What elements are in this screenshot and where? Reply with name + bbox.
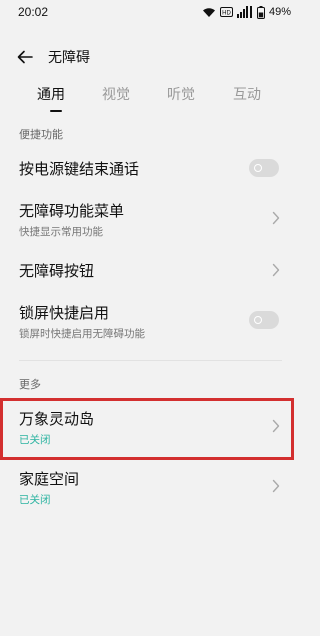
tab-hearing[interactable]: 听觉 <box>167 84 195 104</box>
row-accessibility-menu[interactable]: 无障碍功能菜单 快捷显示常用功能 <box>0 196 301 244</box>
row-status: 已关闭 <box>19 494 51 506</box>
chevron-right-icon <box>272 479 280 493</box>
back-button[interactable] <box>12 44 38 70</box>
row-subtitle: 快捷显示常用功能 <box>19 226 103 238</box>
wifi-icon <box>202 8 215 17</box>
chevron-right-icon <box>272 211 280 225</box>
row-title: 按电源键结束通话 <box>19 160 140 178</box>
status-time: 20:02 <box>18 5 49 19</box>
battery-percent: 49% <box>268 6 291 18</box>
toggle-power-key-end-call[interactable] <box>249 159 279 177</box>
row-lockscreen-shortcut[interactable]: 锁屏快捷启用 锁屏时快捷启用无障碍功能 <box>0 298 301 346</box>
svg-text:HD: HD <box>222 11 231 17</box>
status-icons: HD 49% <box>202 5 291 19</box>
row-family-space[interactable]: 家庭空间 已关闭 <box>0 464 301 514</box>
section-header-shortcuts: 便捷功能 <box>19 128 63 141</box>
page-title: 无障碍 <box>48 50 90 66</box>
active-tab-indicator <box>50 110 62 112</box>
header: 无障碍 <box>0 41 301 71</box>
toggle-lockscreen-shortcut[interactable] <box>249 311 279 329</box>
hd-icon: HD <box>219 7 233 17</box>
signal-icon <box>236 6 252 18</box>
row-subtitle: 锁屏时快捷启用无障碍功能 <box>19 328 145 340</box>
status-bar: 20:02 HD 49% <box>0 0 301 26</box>
battery-icon <box>256 5 265 19</box>
arrow-left-icon <box>17 50 33 64</box>
toggle-knob <box>254 164 262 172</box>
row-title: 无障碍功能菜单 <box>19 202 125 220</box>
section-header-more: 更多 <box>19 378 41 391</box>
row-power-key-end-call[interactable]: 按电源键结束通话 <box>0 150 301 186</box>
tab-general[interactable]: 通用 <box>37 84 65 104</box>
tab-vision[interactable]: 视觉 <box>102 84 130 104</box>
tab-bar: 通用 视觉 听觉 互动 <box>0 84 301 114</box>
highlight-box <box>0 398 294 460</box>
row-accessibility-button[interactable]: 无障碍按钮 <box>0 252 301 288</box>
toggle-knob <box>254 316 262 324</box>
section-divider <box>19 360 282 361</box>
tab-interaction[interactable]: 互动 <box>233 84 261 104</box>
chevron-right-icon <box>272 263 280 277</box>
row-title: 锁屏快捷启用 <box>19 304 110 322</box>
row-title: 无障碍按钮 <box>19 262 95 280</box>
row-title: 家庭空间 <box>19 470 80 488</box>
